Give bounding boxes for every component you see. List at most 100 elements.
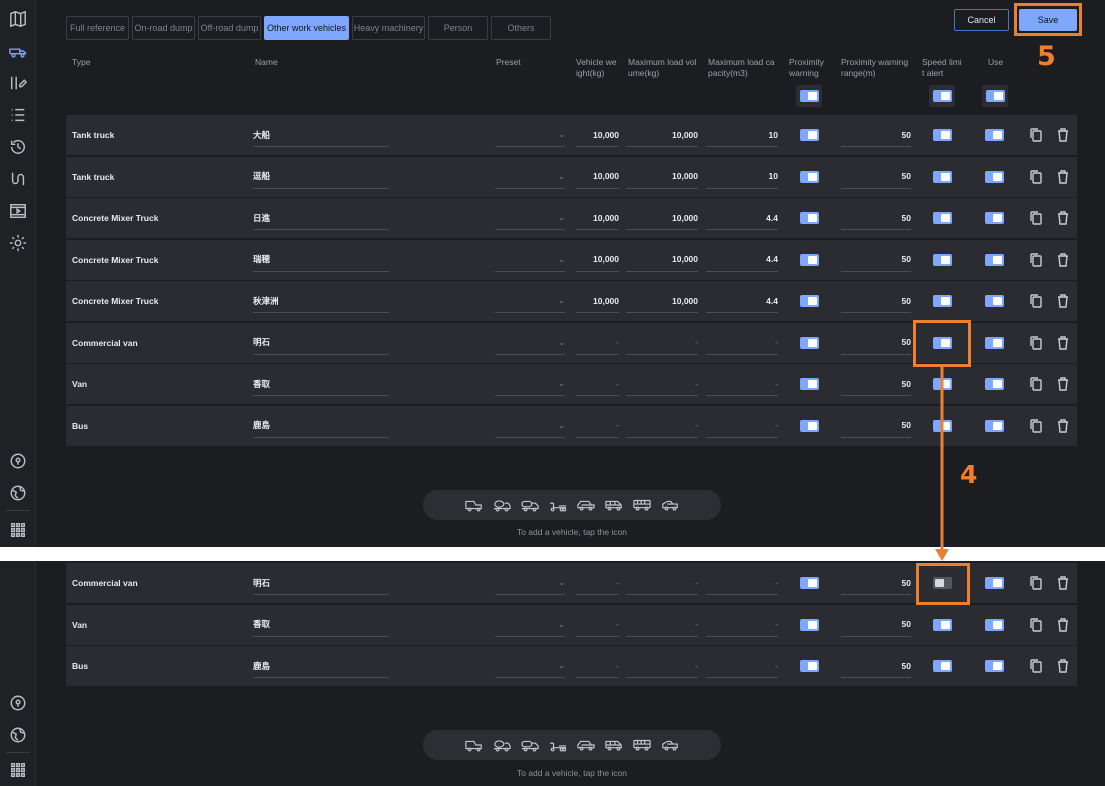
proximity-range-input[interactable]: 50 <box>841 289 911 313</box>
proximity-warning-toggle[interactable] <box>800 253 819 266</box>
max-load-capacity-input[interactable]: - <box>706 654 778 678</box>
vehicle-weight-input[interactable]: - <box>576 654 619 678</box>
proximity-warning-toggle[interactable] <box>800 170 819 183</box>
vehicle-weight-input[interactable]: - <box>576 571 619 595</box>
vehicle-weight-input[interactable]: 10,000 <box>576 206 619 230</box>
location-pin-icon[interactable] <box>8 693 28 713</box>
tab-heavy-machinery[interactable]: Heavy machinery <box>352 16 425 40</box>
vehicle-name-input[interactable]: 鹿島 <box>253 414 389 438</box>
max-load-volume-input[interactable]: - <box>626 414 698 438</box>
trash-icon[interactable] <box>1056 210 1070 226</box>
trash-icon[interactable] <box>1056 335 1070 351</box>
preset-select[interactable]: ⌄ <box>495 414 565 438</box>
vehicle-weight-input[interactable]: 10,000 <box>576 289 619 313</box>
apps-grid-icon[interactable] <box>8 520 28 540</box>
speed-limit-alert-toggle[interactable] <box>933 577 952 589</box>
vehicle-name-input[interactable]: 香取 <box>253 372 389 396</box>
tab-person[interactable]: Person <box>428 16 488 40</box>
vehicle-name-input[interactable]: 逗船 <box>253 165 389 189</box>
proximity-range-input[interactable]: 50 <box>841 414 911 438</box>
vehicle-weight-input[interactable]: - <box>576 613 619 637</box>
use-toggle[interactable] <box>985 170 1004 183</box>
trash-icon[interactable] <box>1056 658 1070 674</box>
proximity-warning-toggle[interactable] <box>800 129 819 141</box>
max-load-volume-input[interactable]: 10,000 <box>626 123 698 147</box>
max-load-capacity-input[interactable]: 10 <box>706 123 778 147</box>
trash-icon[interactable] <box>1056 252 1070 268</box>
trash-icon[interactable] <box>1056 169 1070 185</box>
vehicle-weight-input[interactable]: 10,000 <box>576 248 619 272</box>
tab-full-reference[interactable]: Full reference <box>66 16 129 40</box>
proximity-warning-toggle[interactable] <box>800 378 819 390</box>
vehicle-weight-input[interactable]: 10,000 <box>576 165 619 189</box>
speed-limit-alert-toggle[interactable] <box>933 295 952 307</box>
proximity-range-input[interactable]: 50 <box>841 206 911 230</box>
use-toggle[interactable] <box>985 253 1004 266</box>
vehicle-name-input[interactable]: 明石 <box>253 331 389 355</box>
trailer-icon[interactable] <box>549 738 567 752</box>
copy-icon[interactable] <box>1029 169 1043 185</box>
max-load-capacity-input[interactable]: 4.4 <box>706 206 778 230</box>
video-icon[interactable] <box>8 201 28 221</box>
preset-select[interactable]: ⌄ <box>495 206 565 230</box>
copy-icon[interactable] <box>1029 127 1043 143</box>
speed-limit-alert-all-toggle[interactable] <box>929 85 955 107</box>
proximity-range-input[interactable]: 50 <box>841 613 911 637</box>
copy-icon[interactable] <box>1029 658 1043 674</box>
speed-limit-alert-toggle[interactable] <box>933 170 952 183</box>
tab-on-road-dump[interactable]: On-road dump <box>132 16 195 40</box>
preset-select[interactable]: ⌄ <box>495 165 565 189</box>
vehicle-name-input[interactable]: 大船 <box>253 123 389 147</box>
proximity-range-input[interactable]: 50 <box>841 372 911 396</box>
copy-icon[interactable] <box>1029 293 1043 309</box>
vehicle-name-input[interactable]: 鹿島 <box>253 654 389 678</box>
vehicle-weight-input[interactable]: 10,000 <box>576 123 619 147</box>
filter-edit-icon[interactable] <box>8 73 28 93</box>
speed-limit-alert-toggle[interactable] <box>933 660 952 672</box>
use-toggle[interactable] <box>985 295 1004 307</box>
copy-icon[interactable] <box>1029 335 1043 351</box>
max-load-capacity-input[interactable]: - <box>706 372 778 396</box>
proximity-range-input[interactable]: 50 <box>841 331 911 355</box>
max-load-volume-input[interactable]: - <box>626 613 698 637</box>
max-load-volume-input[interactable]: - <box>626 654 698 678</box>
proximity-warning-toggle[interactable] <box>800 212 819 224</box>
trash-icon[interactable] <box>1056 376 1070 392</box>
speed-limit-alert-toggle[interactable] <box>933 336 952 349</box>
max-load-volume-input[interactable]: 10,000 <box>626 165 698 189</box>
trash-icon[interactable] <box>1056 575 1070 591</box>
proximity-range-input[interactable]: 50 <box>841 571 911 595</box>
speed-limit-alert-toggle[interactable] <box>933 129 952 141</box>
preset-select[interactable]: ⌄ <box>495 331 565 355</box>
truck-icon[interactable] <box>661 738 679 752</box>
mixer-truck-icon[interactable] <box>493 738 511 752</box>
tab-others[interactable]: Others <box>491 16 551 40</box>
max-load-volume-input[interactable]: 10,000 <box>626 248 698 272</box>
trash-icon[interactable] <box>1056 418 1070 434</box>
gear-icon[interactable] <box>8 233 28 253</box>
proximity-range-input[interactable]: 50 <box>841 248 911 272</box>
copy-icon[interactable] <box>1029 575 1043 591</box>
van-icon[interactable] <box>605 498 623 512</box>
tank-truck-icon[interactable] <box>521 738 539 752</box>
proximity-warning-toggle[interactable] <box>800 295 819 307</box>
vehicle-name-input[interactable]: 明石 <box>253 571 389 595</box>
proximity-warning-all-toggle[interactable] <box>796 85 822 107</box>
max-load-volume-input[interactable]: 10,000 <box>626 289 698 313</box>
mixer-truck-icon[interactable] <box>493 498 511 512</box>
preset-select[interactable]: ⌄ <box>495 123 565 147</box>
vehicle-weight-input[interactable]: - <box>576 414 619 438</box>
car-icon[interactable] <box>577 738 595 752</box>
use-toggle[interactable] <box>985 336 1004 349</box>
dump-truck-icon[interactable] <box>465 498 483 512</box>
map-icon[interactable] <box>8 9 28 29</box>
proximity-warning-toggle[interactable] <box>800 618 819 631</box>
save-button[interactable]: Save <box>1019 9 1077 31</box>
route-icon[interactable] <box>8 169 28 189</box>
copy-icon[interactable] <box>1029 418 1043 434</box>
preset-select[interactable]: ⌄ <box>495 372 565 396</box>
tab-other-work-vehicles[interactable]: Other work vehicles <box>264 16 349 40</box>
max-load-capacity-input[interactable]: - <box>706 613 778 637</box>
use-all-toggle[interactable] <box>982 85 1008 107</box>
globe-icon[interactable] <box>8 725 28 745</box>
